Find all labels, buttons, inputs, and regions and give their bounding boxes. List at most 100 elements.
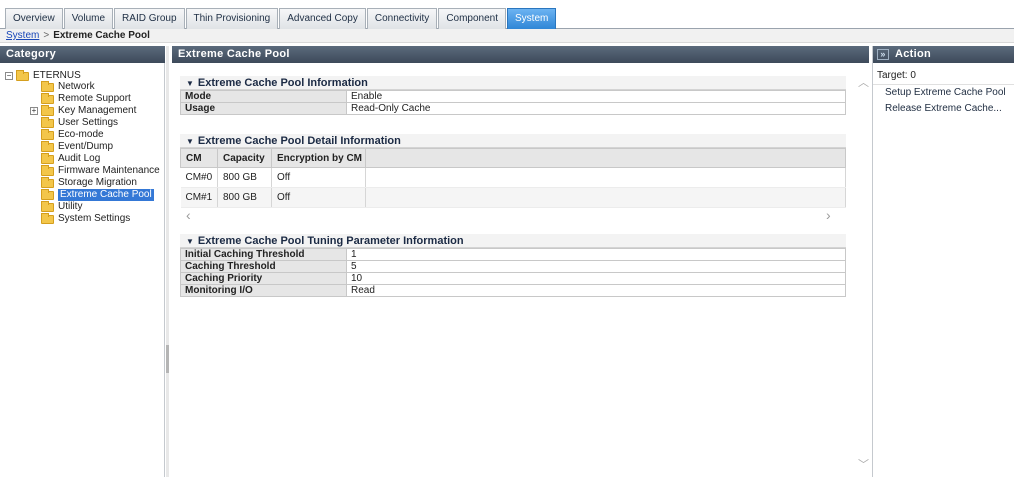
section-collapse-icon[interactable]: ▼ [186,79,194,88]
tree-item-extreme-cache-pool[interactable]: Extreme Cache Pool [41,188,154,201]
tab-overview[interactable]: Overview [5,8,63,29]
tuning-param-section: ▼ Extreme Cache Pool Tuning Parameter Inf… [180,234,846,297]
scroll-down-icon[interactable]: ﹀ [858,456,869,472]
caching-threshold-label: Caching Threshold [180,260,347,273]
vertical-scrollbar[interactable]: ︿ ﹀ [856,70,869,474]
scroll-right-icon[interactable]: › [826,208,831,222]
table-row: Initial Caching Threshold 1 [180,248,846,261]
top-tab-bar: Overview Volume RAID Group Thin Provisio… [0,0,1014,29]
category-panel-title: Category [0,46,165,63]
table-row: Caching Threshold 5 [180,260,846,273]
tree-item-audit-log[interactable]: Audit Log [41,152,100,165]
tree-item-label: Event/Dump [58,141,114,152]
category-panel: Category − ETERNUS Network Remote Suppor… [0,46,165,477]
cache-pool-detail-table: CM Capacity Encryption by CM CM#0 800 GB… [180,148,846,208]
table-header-row: CM Capacity Encryption by CM [180,148,846,168]
caching-threshold-value: 5 [346,260,846,273]
folder-icon [41,92,54,104]
tab-list: Overview Volume RAID Group Thin Provisio… [5,8,557,29]
tree-item-label: User Settings [58,117,119,128]
folder-icon [41,116,54,128]
splitter-grip[interactable] [166,345,169,373]
collapse-toggle-icon[interactable]: − [5,72,13,80]
panel-splitter[interactable] [166,46,169,477]
tab-connectivity[interactable]: Connectivity [366,8,438,29]
tree-item-event-dump[interactable]: Event/Dump [41,140,114,153]
encryption-cell: Off [271,187,366,208]
tree-item-eco-mode[interactable]: Eco-mode [41,128,104,141]
main-panel-title: Extreme Cache Pool [172,46,869,63]
tuning-param-table: Initial Caching Threshold 1 Caching Thres… [180,248,846,297]
action-list: Setup Extreme Cache Pool Release Extreme… [873,84,1014,117]
tree-item-key-management[interactable]: + Key Management [30,104,136,117]
action-panel-header: » Action [873,46,1014,63]
empty-cell [365,167,846,188]
folder-icon [16,69,29,81]
section-title-text: Extreme Cache Pool Detail Information [197,135,401,147]
mode-value: Enable [346,90,846,103]
tuning-param-title[interactable]: ▼ Extreme Cache Pool Tuning Parameter Inf… [180,234,846,248]
breadcrumb-separator: > [43,30,50,41]
section-collapse-icon[interactable]: ▼ [186,237,194,246]
cm-cell: CM#1 [180,187,218,208]
folder-icon [41,80,54,92]
column-header-capacity[interactable]: Capacity [217,148,272,168]
action-target: Target: 0 [877,70,916,81]
tab-volume[interactable]: Volume [63,8,114,29]
cache-pool-info-table: Mode Enable Usage Read-Only Cache [180,90,846,115]
double-chevron-icon[interactable]: » [877,48,889,60]
action-panel-title: Action [895,48,932,60]
initial-caching-threshold-value: 1 [346,248,846,261]
setup-extreme-cache-pool-action[interactable]: Setup Extreme Cache Pool [873,85,1014,101]
tab-advanced-copy[interactable]: Advanced Copy [279,8,366,29]
tree-item-system-settings[interactable]: System Settings [41,212,130,225]
tree-item-firmware-maintenance[interactable]: Firmware Maintenance [41,164,160,177]
capacity-cell: 800 GB [217,167,272,188]
tab-thin-provisioning[interactable]: Thin Provisioning [185,8,279,29]
table-row[interactable]: CM#1 800 GB Off [180,187,846,208]
section-title-text: Extreme Cache Pool Information [197,77,368,89]
table-row[interactable]: CM#0 800 GB Off [180,167,846,188]
column-header-cm[interactable]: CM [180,148,218,168]
tree-item-user-settings[interactable]: User Settings [41,116,119,129]
caching-priority-label: Caching Priority [180,272,347,285]
initial-caching-threshold-label: Initial Caching Threshold [180,248,347,261]
cache-pool-info-title[interactable]: ▼ Extreme Cache Pool Information [180,76,846,90]
table-row: Mode Enable [180,90,846,103]
expand-toggle-icon[interactable]: + [30,107,38,115]
table-row: Usage Read-Only Cache [180,102,846,115]
tree-item-label-selected: Extreme Cache Pool [58,189,154,201]
scroll-up-icon[interactable]: ︿ [858,74,869,90]
tab-component[interactable]: Component [438,8,507,29]
table-row: Monitoring I/O Read [180,284,846,297]
tree-item-label: Utility [58,201,83,212]
breadcrumb: System > Extreme Cache Pool [0,29,1014,43]
tab-system[interactable]: System [507,8,557,29]
cache-pool-detail-title[interactable]: ▼ Extreme Cache Pool Detail Information [180,134,846,148]
cm-cell: CM#0 [180,167,218,188]
release-extreme-cache-action[interactable]: Release Extreme Cache... [873,101,1014,117]
folder-icon [41,140,54,152]
tree-item-remote-support[interactable]: Remote Support [41,92,131,105]
folder-icon [41,212,54,224]
tree-item-network[interactable]: Network [41,80,95,93]
usage-label: Usage [180,102,347,115]
horizontal-scrollbar[interactable]: ‹ › [180,208,846,222]
tab-raid-group[interactable]: RAID Group [114,8,185,29]
tree-item-utility[interactable]: Utility [41,200,83,213]
tree-item-storage-migration[interactable]: Storage Migration [41,176,137,189]
table-row: Caching Priority 10 [180,272,846,285]
breadcrumb-link-system[interactable]: System [6,30,39,41]
cache-pool-detail-section: ▼ Extreme Cache Pool Detail Information C… [180,134,846,222]
tree-item-label: Eco-mode [58,129,104,140]
cache-pool-info-section: ▼ Extreme Cache Pool Information Mode Enab… [180,76,846,115]
column-header-empty [365,148,846,168]
empty-cell [365,187,846,208]
caching-priority-value: 10 [346,272,846,285]
scroll-left-icon[interactable]: ‹ [186,208,191,222]
folder-icon [41,104,54,116]
action-panel: » Action Target: 0 Setup Extreme Cache Po… [872,46,1014,477]
section-collapse-icon[interactable]: ▼ [186,137,194,146]
folder-icon [41,128,54,140]
column-header-encryption[interactable]: Encryption by CM [271,148,366,168]
